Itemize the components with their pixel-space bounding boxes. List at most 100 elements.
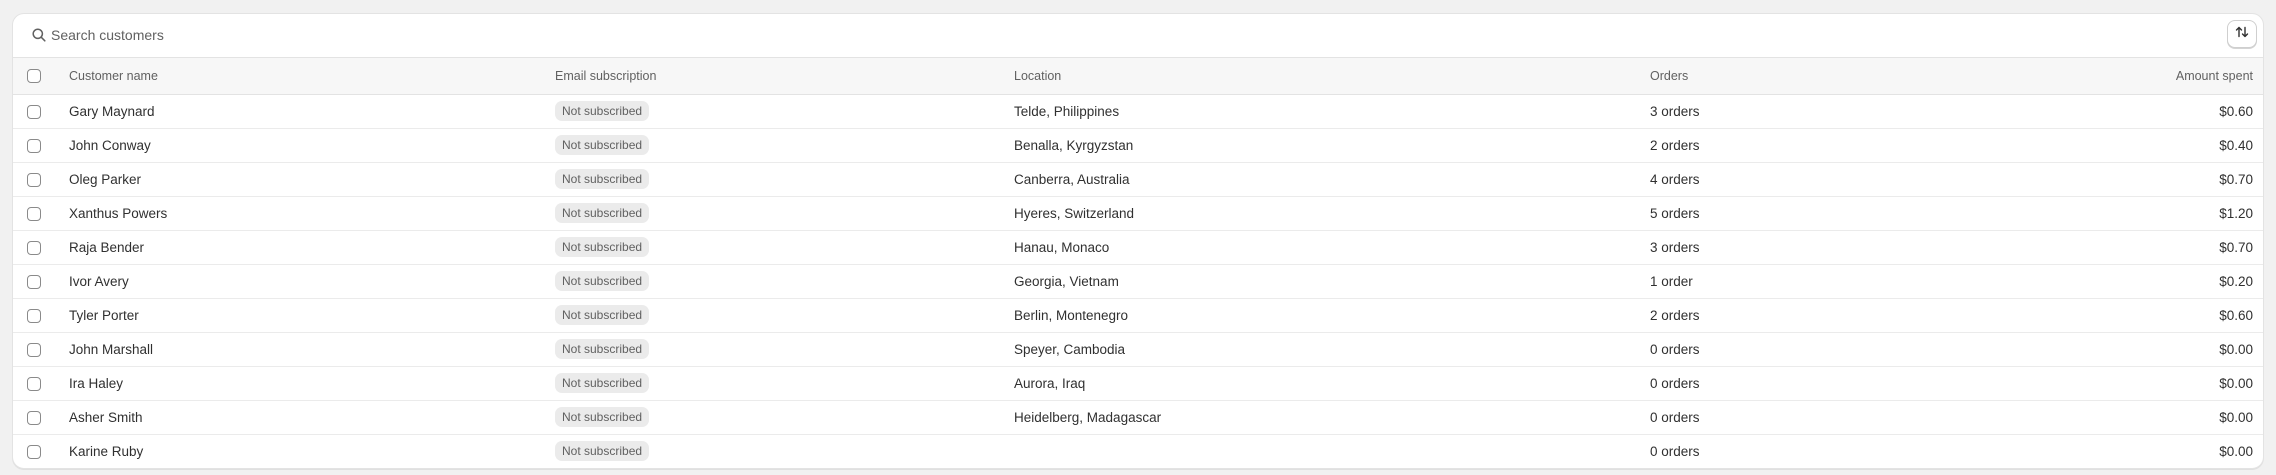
- customer-location: Berlin, Montenegro: [1014, 307, 1129, 323]
- customer-location: Heidelberg, Madagascar: [1014, 409, 1162, 425]
- customer-amount-spent: $0.60: [2219, 307, 2253, 323]
- header-select-cell: [13, 58, 69, 95]
- customer-amount-spent: $0.60: [2219, 103, 2253, 119]
- customer-name[interactable]: Xanthus Powers: [69, 196, 555, 230]
- table-row[interactable]: Ira Haley Not subscribed Aurora, Iraq 0 ord…: [13, 366, 2263, 400]
- customer-name[interactable]: Tyler Porter: [69, 298, 555, 332]
- customer-amount-spent: $0.70: [2219, 171, 2253, 187]
- customer-amount-spent: $0.20: [2219, 273, 2253, 289]
- row-checkbox[interactable]: [27, 206, 41, 221]
- table-row[interactable]: Asher Smith Not subscribed Heidelberg, Mad…: [13, 400, 2263, 434]
- table-header-row: Customer name Email subscription Locatio…: [13, 58, 2263, 95]
- subscription-badge: Not subscribed: [555, 373, 650, 393]
- row-checkbox[interactable]: [27, 172, 41, 187]
- row-checkbox[interactable]: [27, 308, 41, 323]
- customer-location: Benalla, Kyrgyzstan: [1014, 137, 1134, 153]
- row-select-cell: [13, 162, 69, 196]
- email-subscription-cell: Not subscribed: [555, 264, 1014, 298]
- customer-orders: 0 orders: [1650, 409, 1700, 425]
- table-row[interactable]: Gary Maynard Not subscribed Telde, Philipp…: [13, 94, 2263, 128]
- table-row[interactable]: Ivor Avery Not subscribed Georgia, Vietnam…: [13, 264, 2263, 298]
- email-subscription-cell: Not subscribed: [555, 400, 1014, 434]
- customer-orders: 2 orders: [1650, 137, 1700, 153]
- customer-amount-spent: $0.00: [2219, 409, 2253, 425]
- table-row[interactable]: Xanthus Powers Not subscribed Hyeres, Swit…: [13, 196, 2263, 230]
- customer-name[interactable]: Ira Haley: [69, 366, 555, 400]
- sort-arrows-icon: [2234, 24, 2250, 45]
- email-subscription-cell: Not subscribed: [555, 196, 1014, 230]
- subscription-badge: Not subscribed: [555, 339, 650, 359]
- header-orders[interactable]: Orders: [1650, 58, 2050, 95]
- row-select-cell: [13, 434, 69, 468]
- search-bar: [13, 14, 2263, 58]
- customer-location: Canberra, Australia: [1014, 171, 1130, 187]
- customer-name[interactable]: Ivor Avery: [69, 264, 555, 298]
- table-row[interactable]: John Marshall Not subscribed Speyer, Cambo…: [13, 332, 2263, 366]
- subscription-badge: Not subscribed: [555, 101, 650, 121]
- customer-location: Georgia, Vietnam: [1014, 273, 1119, 289]
- row-checkbox[interactable]: [27, 410, 41, 425]
- row-checkbox[interactable]: [27, 274, 41, 289]
- customer-amount-spent: $0.40: [2219, 137, 2253, 153]
- customer-name[interactable]: John Conway: [69, 128, 555, 162]
- row-checkbox[interactable]: [27, 444, 41, 459]
- email-subscription-cell: Not subscribed: [555, 434, 1014, 468]
- row-select-cell: [13, 400, 69, 434]
- email-subscription-cell: Not subscribed: [555, 162, 1014, 196]
- customer-name[interactable]: Raja Bender: [69, 230, 555, 264]
- customer-name[interactable]: Gary Maynard: [69, 94, 555, 128]
- select-all-checkbox[interactable]: [27, 69, 41, 84]
- header-amount-spent[interactable]: Amount spent: [2050, 58, 2263, 95]
- subscription-badge: Not subscribed: [555, 237, 650, 257]
- table-row[interactable]: Oleg Parker Not subscribed Canberra, Austr…: [13, 162, 2263, 196]
- subscription-badge: Not subscribed: [555, 441, 650, 462]
- subscription-badge: Not subscribed: [555, 203, 650, 223]
- customer-name[interactable]: Asher Smith: [69, 400, 555, 434]
- customer-name[interactable]: Oleg Parker: [69, 162, 555, 196]
- customer-location: Speyer, Cambodia: [1014, 341, 1126, 357]
- customer-name[interactable]: John Marshall: [69, 332, 555, 366]
- header-email-subscription[interactable]: Email subscription: [555, 58, 1014, 95]
- header-customer-name[interactable]: Customer name: [69, 58, 555, 95]
- sort-button[interactable]: [2227, 20, 2257, 48]
- row-select-cell: [13, 298, 69, 332]
- row-select-cell: [13, 230, 69, 264]
- customer-location: Telde, Philippines: [1014, 103, 1120, 119]
- subscription-badge: Not subscribed: [555, 169, 650, 189]
- email-subscription-cell: Not subscribed: [555, 230, 1014, 264]
- table-row[interactable]: John Conway Not subscribed Benalla, Kyrgyz…: [13, 128, 2263, 162]
- row-select-cell: [13, 196, 69, 230]
- row-checkbox[interactable]: [27, 240, 41, 255]
- customer-amount-spent: $0.00: [2219, 443, 2253, 459]
- subscription-badge: Not subscribed: [555, 271, 650, 291]
- customers-card: Customer name Email subscription Locatio…: [12, 13, 2264, 469]
- row-checkbox[interactable]: [27, 138, 41, 153]
- row-checkbox[interactable]: [27, 104, 41, 119]
- customer-location: Hanau, Monaco: [1014, 239, 1110, 255]
- search-input[interactable]: [51, 24, 751, 46]
- customer-location: Aurora, Iraq: [1014, 375, 1086, 391]
- table-row[interactable]: Tyler Porter Not subscribed Berlin, Monten…: [13, 298, 2263, 332]
- customer-orders: 2 orders: [1650, 307, 1700, 323]
- customer-orders: 3 orders: [1650, 103, 1700, 119]
- table-row[interactable]: Karine Ruby Not subscribed 0 orders $0.00: [13, 434, 2263, 468]
- search-icon: [31, 27, 47, 43]
- row-checkbox[interactable]: [27, 376, 41, 391]
- customer-name[interactable]: Karine Ruby: [69, 434, 555, 468]
- subscription-badge: Not subscribed: [555, 407, 650, 427]
- row-select-cell: [13, 264, 69, 298]
- row-checkbox[interactable]: [27, 342, 41, 357]
- row-select-cell: [13, 94, 69, 128]
- email-subscription-cell: Not subscribed: [555, 94, 1014, 128]
- email-subscription-cell: Not subscribed: [555, 128, 1014, 162]
- customer-amount-spent: $0.00: [2219, 375, 2253, 391]
- email-subscription-cell: Not subscribed: [555, 298, 1014, 332]
- row-select-cell: [13, 128, 69, 162]
- customers-table: Customer name Email subscription Locatio…: [13, 58, 2263, 468]
- header-location[interactable]: Location: [1014, 58, 1650, 95]
- subscription-badge: Not subscribed: [555, 305, 650, 325]
- table-row[interactable]: Raja Bender Not subscribed Hanau, Monaco 3 …: [13, 230, 2263, 264]
- row-select-cell: [13, 332, 69, 366]
- customer-orders: 5 orders: [1650, 205, 1700, 221]
- customer-orders: 4 orders: [1650, 171, 1700, 187]
